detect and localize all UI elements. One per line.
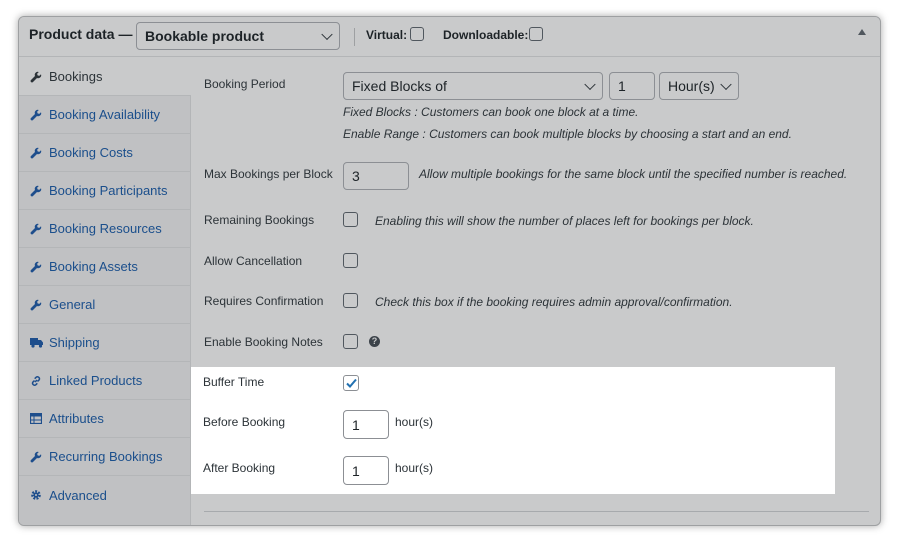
- downloadable-label: Downloadable:: [443, 28, 529, 42]
- link-icon: [29, 374, 43, 388]
- before-booking-label: Before Booking: [203, 415, 286, 429]
- chevron-down-icon: [321, 28, 333, 41]
- panel-header: Product data — Bookable product Virtual:…: [19, 17, 880, 57]
- sidebar-item-bookings[interactable]: Bookings: [19, 58, 191, 96]
- chevron-down-icon: [584, 78, 596, 91]
- booking-period-count-input[interactable]: 1: [609, 72, 655, 100]
- buffer-time-label: Buffer Time: [203, 375, 265, 389]
- wrench-icon: [29, 222, 43, 236]
- booking-period-desc-fixed: Fixed Blocks : Customers can book one bl…: [343, 105, 639, 119]
- wrench-icon: [29, 298, 43, 312]
- sidebar-item-attributes[interactable]: Attributes: [19, 400, 191, 438]
- checkmark-icon: [346, 378, 357, 388]
- virtual-label: Virtual:: [366, 28, 408, 42]
- product-type-value: Bookable product: [145, 28, 265, 44]
- max-bookings-input[interactable]: 3: [343, 162, 409, 190]
- max-bookings-value: 3: [352, 168, 360, 184]
- booking-period-unit-value: Hour(s): [668, 78, 715, 94]
- wrench-icon: [29, 146, 43, 160]
- before-booking-input[interactable]: 1: [343, 410, 389, 439]
- sidebar-item-label: Recurring Bookings: [49, 449, 163, 464]
- sidebar-item-booking-resources[interactable]: Booking Resources: [19, 210, 191, 248]
- sidebar-item-recurring-bookings[interactable]: Recurring Bookings: [19, 438, 191, 476]
- sidebar-item-booking-availability[interactable]: Booking Availability: [19, 96, 191, 134]
- sidebar-item-label: Booking Resources: [49, 221, 162, 236]
- before-booking-unit: hour(s): [395, 415, 434, 429]
- downloadable-checkbox[interactable]: [529, 27, 543, 41]
- sidebar-item-advanced[interactable]: Advanced: [19, 476, 191, 514]
- sidebar-item-label: Bookings: [49, 69, 103, 84]
- remaining-bookings-desc: Enabling this will show the number of pl…: [375, 214, 754, 228]
- booking-period-label: Booking Period: [204, 77, 286, 91]
- allow-cancellation-checkbox[interactable]: [343, 253, 358, 268]
- booking-notes-checkbox[interactable]: [343, 334, 358, 349]
- sidebar-item-booking-assets[interactable]: Booking Assets: [19, 248, 191, 286]
- booking-period-value: Fixed Blocks of: [352, 78, 447, 94]
- sidebar-item-label: Booking Availability: [49, 107, 161, 122]
- wrench-icon: [29, 184, 43, 198]
- requires-confirmation-label: Requires Confirmation: [204, 294, 324, 308]
- sidebar-item-label: Booking Participants: [49, 183, 168, 198]
- truck-icon: [29, 336, 43, 350]
- booking-period-unit-select[interactable]: Hour(s): [659, 72, 739, 100]
- booking-period-count-value: 1: [618, 78, 626, 94]
- virtual-checkbox[interactable]: [410, 27, 424, 41]
- collapse-arrow-icon[interactable]: [858, 29, 866, 35]
- section-divider: [204, 511, 869, 512]
- gear-icon: [29, 488, 43, 502]
- booking-notes-label: Enable Booking Notes: [204, 335, 323, 349]
- wrench-icon: [29, 70, 43, 84]
- sidebar-item-linked-products[interactable]: Linked Products: [19, 362, 191, 400]
- sidebar-item-label: Booking Assets: [49, 259, 138, 274]
- help-icon[interactable]: ?: [369, 336, 380, 347]
- requires-confirmation-checkbox[interactable]: [343, 293, 358, 308]
- max-bookings-desc: Allow multiple bookings for the same blo…: [419, 167, 848, 181]
- after-booking-label: After Booking: [203, 461, 276, 475]
- wrench-icon: [29, 260, 43, 274]
- remaining-bookings-label: Remaining Bookings: [204, 213, 315, 227]
- table-icon: [29, 412, 43, 426]
- sidebar-item-label: Linked Products: [49, 373, 143, 388]
- wrench-icon: [29, 108, 43, 122]
- before-booking-value: 1: [352, 416, 360, 433]
- sidebar-item-booking-participants[interactable]: Booking Participants: [19, 172, 191, 210]
- max-bookings-label: Max Bookings per Block: [204, 167, 333, 181]
- buffer-time-section: Buffer Time Before Booking 1 hour(s) Aft…: [191, 367, 835, 494]
- sidebar-item-shipping[interactable]: Shipping: [19, 324, 191, 362]
- chevron-down-icon: [720, 78, 732, 91]
- product-data-panel: Product data — Bookable product Virtual:…: [18, 16, 881, 526]
- panel-title: Product data —: [29, 26, 133, 42]
- sidebar-item-label: Booking Costs: [49, 145, 133, 160]
- after-booking-input[interactable]: 1: [343, 456, 389, 485]
- product-type-select[interactable]: Bookable product: [136, 22, 340, 50]
- product-data-tabs: Bookings Booking Availability Booking Co…: [19, 58, 191, 525]
- header-divider: [354, 28, 355, 46]
- buffer-time-checkbox[interactable]: [343, 375, 359, 391]
- booking-period-desc-range: Enable Range : Customers can book multip…: [343, 127, 792, 141]
- sidebar-item-booking-costs[interactable]: Booking Costs: [19, 134, 191, 172]
- allow-cancellation-label: Allow Cancellation: [204, 254, 303, 268]
- sidebar-item-label: Attributes: [49, 411, 104, 426]
- sidebar-item-label: Advanced: [49, 487, 107, 503]
- remaining-bookings-checkbox[interactable]: [343, 212, 358, 227]
- after-booking-value: 1: [352, 462, 360, 479]
- after-booking-unit: hour(s): [395, 461, 434, 475]
- sidebar-item-label: Shipping: [49, 335, 100, 350]
- wrench-icon: [29, 450, 43, 464]
- requires-confirmation-desc: Check this box if the booking requires a…: [375, 295, 733, 309]
- sidebar-item-general[interactable]: General: [19, 286, 191, 324]
- booking-period-select[interactable]: Fixed Blocks of: [343, 72, 603, 100]
- sidebar-item-label: General: [49, 297, 96, 312]
